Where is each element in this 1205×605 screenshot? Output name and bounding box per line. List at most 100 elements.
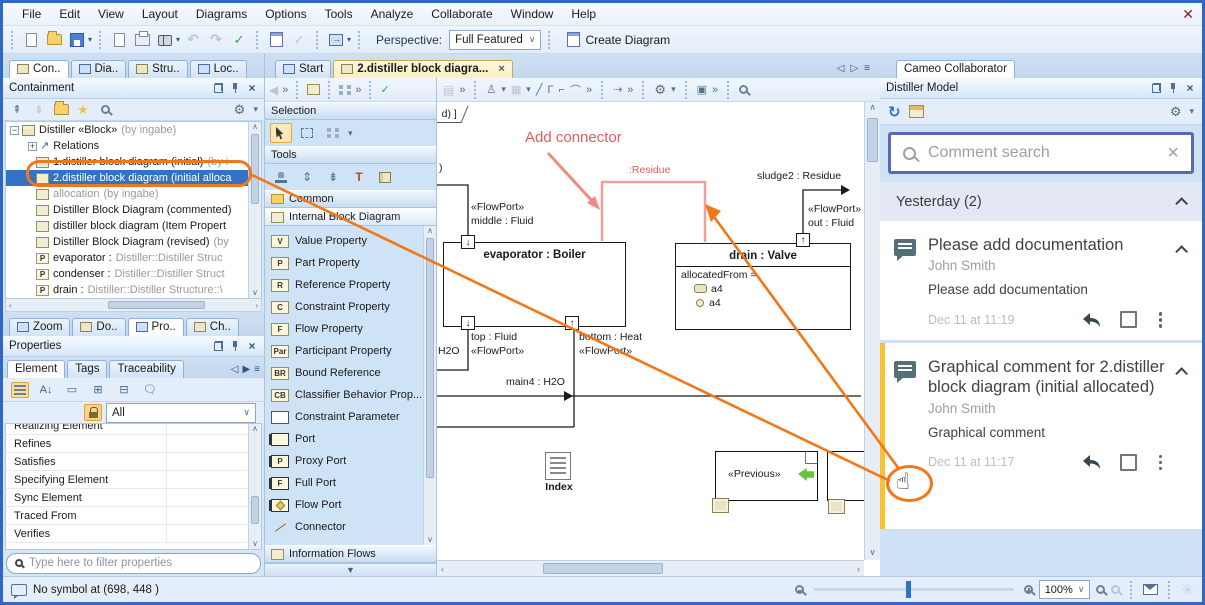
create-diagram-button[interactable]: Create Diagram <box>558 29 679 51</box>
find-button[interactable] <box>155 30 175 50</box>
tab-scroll-left-icon[interactable]: ◁ <box>231 364 239 375</box>
print-preview-button[interactable] <box>132 30 152 50</box>
index-shortcut-icon[interactable] <box>545 452 571 480</box>
tab-scroll-right-icon[interactable]: ▷ <box>850 63 858 74</box>
zoom-fit-icon[interactable] <box>1096 585 1105 594</box>
favorites-icon[interactable]: ★ <box>75 103 91 117</box>
perspective-select[interactable]: Full Featured ∨ <box>449 30 541 50</box>
menu-tools[interactable]: Tools <box>316 4 362 24</box>
commit-button[interactable]: ✓ <box>289 30 309 50</box>
menu-window[interactable]: Window <box>502 4 563 24</box>
overflow-icon[interactable]: » <box>712 84 718 96</box>
structure-mode-icon[interactable] <box>339 85 351 95</box>
toolbox-section-ibd[interactable]: Internal Block Diagram <box>265 208 436 226</box>
collapse-nodes-icon[interactable]: ⊟ <box>115 382 133 398</box>
open-scope-icon[interactable] <box>53 103 69 117</box>
gear-caret-icon[interactable]: ▾ <box>1189 106 1194 117</box>
expand-icon[interactable]: ⇟ <box>31 103 47 117</box>
float-panel-icon[interactable] <box>212 82 224 94</box>
property-row[interactable]: Sync Element <box>6 489 261 507</box>
evaporator-block[interactable]: evaporator : Boiler <box>443 242 626 327</box>
find-dropdown-caret[interactable]: ▾ <box>176 35 180 44</box>
back-icon[interactable]: ◀ <box>269 83 278 97</box>
out-port-label[interactable]: out : Fluid <box>808 217 854 229</box>
drain-block[interactable]: drain : Valve allocatedFrom = a4 a4 <box>675 243 851 330</box>
toolbox-scroll-down[interactable]: ▼ <box>265 563 436 576</box>
tab-element[interactable]: Element <box>7 360 65 378</box>
search-icon[interactable] <box>97 103 113 117</box>
document-view-icon[interactable] <box>909 105 924 118</box>
resolve-checkbox[interactable] <box>1120 454 1137 471</box>
toolbox-item-constraint-property[interactable]: CConstraint Property <box>271 296 436 318</box>
canvas-hscrollbar[interactable]: ‹› <box>437 560 864 576</box>
close-tab-icon[interactable]: × <box>498 63 504 75</box>
tab-containment[interactable]: Con.. <box>9 60 69 78</box>
tab-scroll-right-icon[interactable]: ▶ <box>242 364 250 375</box>
bottom-port-label[interactable]: bottom : Heat <box>579 331 642 343</box>
transform-button[interactable] <box>326 30 346 50</box>
menu-diagrams[interactable]: Diagrams <box>187 4 256 24</box>
property-row[interactable]: Specifying Element <box>6 471 261 489</box>
zoom-in-icon[interactable] <box>1024 585 1033 594</box>
zoom-search-icon[interactable] <box>739 85 748 94</box>
menu-help[interactable]: Help <box>562 4 605 24</box>
reply-icon[interactable] <box>1082 312 1102 328</box>
tab-active-diagram[interactable]: 2.distiller block diagra...× <box>333 60 512 78</box>
line-style-straight-icon[interactable]: ╱ <box>536 83 543 96</box>
categorized-view-icon[interactable] <box>11 382 29 398</box>
toolbox-section-selection[interactable]: Selection <box>265 102 436 120</box>
window-close-icon[interactable]: ✕ <box>1182 5 1194 23</box>
float-panel-icon[interactable] <box>212 340 224 352</box>
toolbox-section-tools[interactable]: Tools <box>265 146 436 164</box>
tab-cameo-collaborator[interactable]: Cameo Collaborator <box>896 60 1015 78</box>
caret-icon[interactable]: ▾ <box>501 84 506 95</box>
marquee-select-button[interactable] <box>296 123 318 143</box>
toolbox-section-common[interactable]: Common <box>265 190 436 208</box>
compact-view-icon[interactable]: ▭ <box>63 382 81 398</box>
undo-button[interactable]: ↶ <box>183 30 203 50</box>
residue-connector-label[interactable]: :Residue <box>629 164 670 176</box>
toolbox-item-flow-property[interactable]: FFlow Property <box>271 318 436 340</box>
filter-properties-input[interactable] <box>29 557 252 569</box>
comment-card[interactable]: Please add documentation John Smith Plea… <box>880 221 1202 340</box>
evaporator-top-port[interactable]: ↓ <box>461 235 475 249</box>
tab-list-icon[interactable]: ≡ <box>254 364 260 375</box>
dependency-icon[interactable]: ⇢ <box>613 83 622 96</box>
tree-item[interactable]: drain :Distiller::Distiller Structure::\ <box>6 282 261 298</box>
comment-card-selected[interactable]: Graphical comment for 2.distiller block … <box>880 343 1202 529</box>
collapse-comment-icon[interactable] <box>1175 367 1188 380</box>
overflow-icon[interactable]: » <box>586 84 592 96</box>
zoom-out-icon[interactable] <box>795 585 804 594</box>
tree-item[interactable]: distiller block diagram (Item Propert <box>6 218 261 234</box>
expand-nodes-icon[interactable]: ⊞ <box>89 382 107 398</box>
zoom-slider[interactable] <box>814 588 1014 591</box>
zoom-slider-thumb[interactable] <box>906 581 911 598</box>
lock-icon[interactable] <box>84 404 102 421</box>
description-icon[interactable]: 🗨 <box>141 382 159 398</box>
toolbox-item-part-property[interactable]: PPart Property <box>271 252 436 274</box>
pin-panel-icon[interactable] <box>229 82 241 94</box>
menu-options[interactable]: Options <box>256 4 315 24</box>
containment-mode-icon[interactable] <box>307 84 320 95</box>
tab-lock-view[interactable]: Loc.. <box>190 60 247 78</box>
toolbox-item-port[interactable]: Port <box>271 428 436 450</box>
expander-icon[interactable] <box>10 126 19 135</box>
tree-item[interactable]: Distiller «Block»(by ingabe) <box>6 122 261 138</box>
close-panel-icon[interactable]: × <box>1184 82 1196 94</box>
overflow-icon[interactable]: » <box>459 84 465 96</box>
overflow-icon[interactable]: » <box>282 84 288 96</box>
property-row[interactable]: Traced From <box>6 507 261 525</box>
tab-list-icon[interactable]: ≡ <box>864 63 870 74</box>
select-caret-icon[interactable]: ▾ <box>348 128 353 139</box>
stamp-tool-button[interactable] <box>270 167 292 187</box>
toolbox-item-reference-property[interactable]: RReference Property <box>271 274 436 296</box>
tree-vscrollbar[interactable]: ∧∨ <box>248 122 261 298</box>
tree-item[interactable]: ↗Relations <box>6 138 261 154</box>
refresh-icon[interactable]: ↻ <box>888 103 901 121</box>
tree-item[interactable]: Distiller Block Diagram (revised)(by <box>6 234 261 250</box>
tab-properties[interactable]: Pro.. <box>128 318 184 336</box>
expander-icon[interactable] <box>28 142 37 151</box>
tab-documentation[interactable]: Do.. <box>72 318 125 336</box>
main4-connector-label[interactable]: main4 : H2O <box>506 376 565 388</box>
menu-edit[interactable]: Edit <box>50 4 89 24</box>
